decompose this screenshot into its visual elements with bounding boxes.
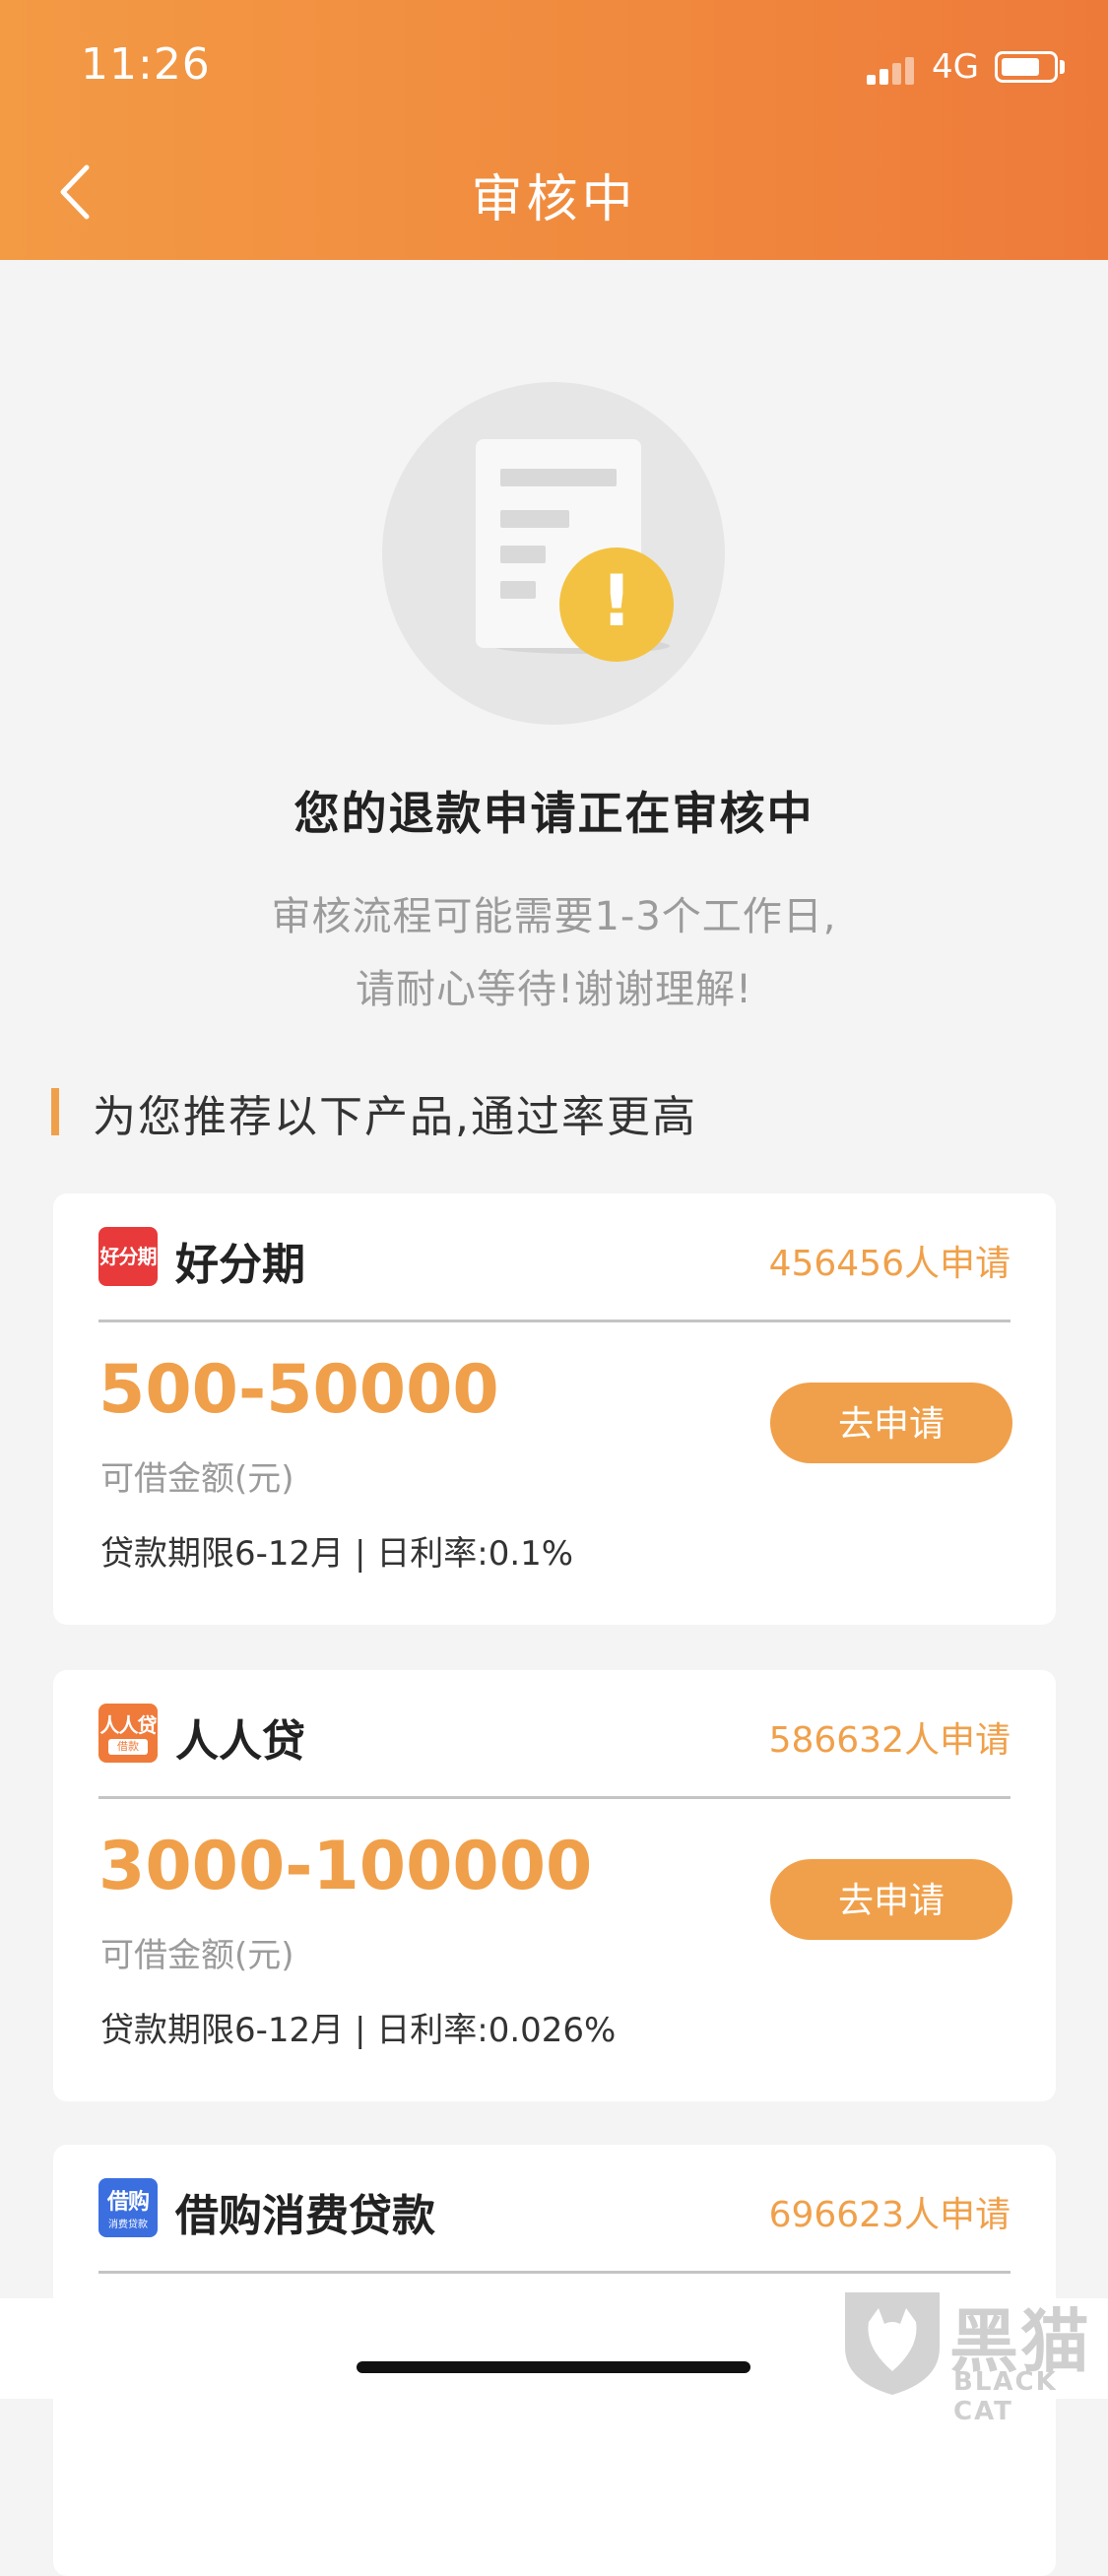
battery-icon: [995, 51, 1058, 83]
card-divider: [98, 1796, 1010, 1799]
product-logo-icon: 人人贷 借款: [98, 1704, 158, 1763]
product-logo-icon: 好分期: [98, 1227, 158, 1286]
loan-amount: 500-50000: [98, 1351, 499, 1429]
apply-button[interactable]: 去申请: [770, 1383, 1012, 1463]
recommend-title: 为您推荐以下产品,通过率更高: [93, 1092, 697, 1142]
review-note-line1: 审核流程可能需要1-3个工作日,: [271, 894, 837, 939]
review-illustration: !: [382, 382, 725, 725]
status-time: 11:26: [81, 39, 211, 90]
network-type: 4G: [932, 47, 979, 87]
loan-amount-label: 可借金额(元): [100, 1459, 294, 1499]
loan-amount: 3000-100000: [98, 1828, 593, 1905]
battery-tip: [1060, 60, 1065, 74]
signal-icon: [867, 55, 918, 85]
loan-terms: 贷款期限6-12月 | 日利率:0.1%: [100, 1534, 574, 1574]
loan-amount-label: 可借金额(元): [100, 1936, 294, 1975]
watermark-en: BLACK CAT: [953, 2367, 1058, 2426]
watermark: 黑猫 BLACK CAT: [839, 2283, 1105, 2426]
apply-button[interactable]: 去申请: [770, 1859, 1012, 1940]
warning-icon: !: [559, 547, 674, 662]
home-indicator[interactable]: [357, 2361, 750, 2373]
header-bar: 11:26 4G 审核中: [0, 0, 1108, 260]
card-divider: [98, 1320, 1010, 1322]
section-accent-bar: [51, 1088, 59, 1135]
applicant-count: 456456人申请: [768, 1244, 1010, 1284]
product-name: 好分期: [175, 1240, 305, 1290]
applicant-count: 586632人申请: [768, 1720, 1010, 1761]
product-name: 借购消费贷款: [175, 2191, 435, 2241]
product-card[interactable]: 好分期 好分期 456456人申请 500-50000 可借金额(元) 贷款期限…: [53, 1193, 1056, 1625]
product-card[interactable]: 人人贷 借款 人人贷 586632人申请 3000-100000 可借金额(元)…: [53, 1670, 1056, 2101]
review-status-message: 您的退款申请正在审核中: [293, 787, 815, 840]
page-title: 审核中: [471, 170, 637, 229]
card-divider: [98, 2271, 1010, 2274]
applicant-count: 696623人申请: [768, 2195, 1010, 2235]
product-logo-icon: 借购 消费贷款: [98, 2178, 158, 2237]
loan-terms: 贷款期限6-12月 | 日利率:0.026%: [100, 2011, 617, 2050]
cat-shield-icon: [845, 2292, 940, 2395]
product-name: 人人贷: [175, 1716, 305, 1767]
review-note-line2: 请耐心等待!谢谢理解!: [355, 967, 753, 1012]
